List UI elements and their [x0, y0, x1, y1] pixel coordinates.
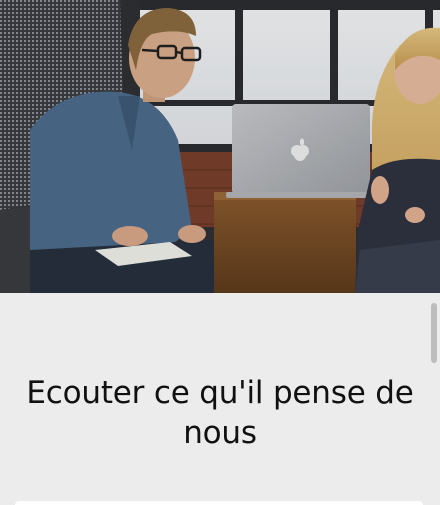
testimonial-card — [15, 501, 423, 505]
testimonials-section: Ecouter ce qu'il pense de nous — [0, 293, 440, 505]
hero-image — [0, 0, 440, 293]
page: Ecouter ce qu'il pense de nous — [0, 0, 440, 505]
section-heading: Ecouter ce qu'il pense de nous — [26, 375, 414, 451]
scrollbar-thumb[interactable] — [431, 303, 437, 363]
